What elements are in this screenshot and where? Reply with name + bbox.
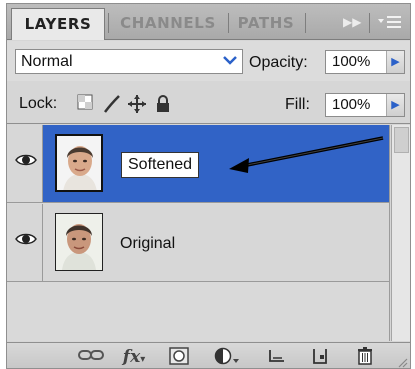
resize-grip-icon[interactable] (396, 356, 408, 368)
layer-list: Softened Original (7, 125, 390, 341)
lock-fill-row: Lock: Fill: 100% ▶ (7, 84, 410, 124)
add-mask-icon[interactable] (167, 347, 191, 367)
lock-image-pixels-icon[interactable] (102, 94, 122, 114)
fill-label: Fill: (285, 96, 310, 113)
link-layers-icon[interactable] (77, 347, 105, 367)
lock-transparent-pixels-icon[interactable] (75, 94, 95, 114)
chevron-down-icon[interactable] (221, 53, 239, 70)
trash-icon[interactable] (355, 347, 375, 367)
fx-icon[interactable]: fx▾ (117, 347, 151, 367)
fill-field[interactable]: 100% ▶ (325, 93, 405, 117)
layers-bottom-bar: fx▾ (7, 342, 410, 368)
lock-all-icon[interactable] (153, 94, 173, 114)
opacity-label: Opacity: (249, 54, 308, 71)
adjustment-layer-icon[interactable] (213, 347, 241, 367)
tab-separator (305, 13, 306, 33)
new-layer-icon[interactable] (310, 347, 330, 367)
layer-list-scrollbar[interactable] (391, 125, 410, 341)
collapse-icon[interactable]: ▶▶ (343, 12, 361, 32)
fill-value: 100% (332, 96, 371, 113)
new-group-icon[interactable] (267, 347, 287, 367)
fill-slider-arrow-icon[interactable]: ▶ (386, 94, 404, 116)
layer-row-original[interactable]: Original (7, 204, 389, 282)
panel-menu-icon[interactable] (375, 12, 405, 32)
opacity-slider-arrow-icon[interactable]: ▶ (386, 51, 404, 73)
tab-channels[interactable]: CHANNELS (109, 8, 227, 39)
layer-thumbnail[interactable] (55, 213, 103, 271)
eye-icon[interactable] (15, 232, 37, 246)
lock-position-icon[interactable] (127, 94, 147, 114)
tab-layers[interactable]: LAYERS (11, 8, 105, 40)
lock-label: Lock: (19, 95, 58, 112)
layers-panel: LAYERS CHANNELS PATHS ▶▶ Normal Opacity:… (6, 3, 411, 369)
blend-mode-value: Normal (21, 53, 73, 70)
layer-thumbnail[interactable] (55, 134, 103, 192)
opacity-value: 100% (332, 53, 371, 70)
layer-name[interactable]: Original (120, 232, 175, 256)
eye-icon[interactable] (15, 153, 37, 167)
blend-opacity-row: Normal Opacity: 100% ▶ (7, 41, 410, 81)
tab-paths[interactable]: PATHS (228, 8, 304, 39)
layer-row-softened[interactable]: Softened (7, 125, 389, 203)
visibility-cell[interactable] (7, 204, 43, 281)
annotation-arrow (229, 136, 384, 173)
tab-bar: LAYERS CHANNELS PATHS ▶▶ (7, 4, 410, 40)
layer-name-input[interactable]: Softened (121, 152, 200, 178)
tab-separator (369, 13, 370, 33)
blend-mode-select[interactable]: Normal (15, 49, 243, 74)
scrollbar-thumb[interactable] (394, 127, 409, 153)
opacity-field[interactable]: 100% ▶ (325, 50, 405, 74)
visibility-cell[interactable] (7, 125, 43, 202)
